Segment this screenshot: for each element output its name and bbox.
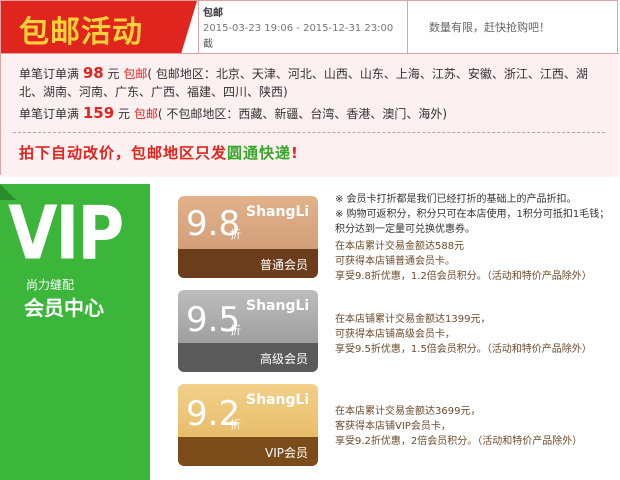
note-line: ※ 购物可返积分，积分只可在本店使用，1积分可抵扣1毛钱； bbox=[335, 209, 610, 220]
vip-member-desc: 在本店累计交易金额达3699元， 客获得本店铺VIP会员卡， 享受9.2折优惠，… bbox=[335, 404, 617, 449]
desc-line: 在本店铺累计交易金额达1399元， bbox=[335, 314, 491, 325]
promo-panel: 包邮活动 包邮 2015-03-23 19:06 - 2015-12-31 23… bbox=[0, 0, 619, 177]
advanced-member-desc: 在本店铺累计交易金额达1399元， 可获得本店铺高级会员卡， 享受9.5折优惠，… bbox=[335, 312, 617, 357]
rule2-amount: 159 bbox=[82, 104, 115, 122]
desc-line: 享受9.2折优惠，2倍会员积分。（活动和特价产品除外） bbox=[335, 436, 583, 447]
rule2-regions: ( 不包邮地区：西藏、新疆、台湾、香港、澳门、海外) bbox=[157, 107, 448, 121]
card-discount-unit: 折 bbox=[230, 418, 241, 431]
vip-logo-text: VIP bbox=[8, 192, 124, 278]
promo-header: 包邮活动 包邮 2015-03-23 19:06 - 2015-12-31 23… bbox=[1, 1, 619, 66]
rule1-prefix: 单笔订单满 bbox=[19, 67, 80, 81]
card-brand: ShangLi bbox=[246, 298, 310, 314]
desc-line: 客获得本店铺VIP会员卡， bbox=[335, 421, 451, 432]
rule1-label: 包邮 bbox=[123, 67, 148, 81]
rule1-regions: ( 包邮地区：北京、天津、河北、山西、山东、上海、江苏、安徽、浙江、江西、湖北、… bbox=[19, 67, 588, 99]
desc-line: 可获得本店铺高级会员卡， bbox=[335, 329, 455, 340]
rule1-unit: 元 bbox=[107, 67, 120, 81]
notice-main: 拍下自动改价，包邮地区只发 bbox=[19, 144, 228, 162]
promo-date-range: 2015-03-23 19:06 - 2015-12-31 23:00 bbox=[203, 23, 394, 34]
card-brand: ShangLi bbox=[246, 204, 310, 220]
notice-courier: 圆通快递 bbox=[227, 144, 292, 162]
free-shipping-rule-2: 单笔订单满 159 元 包邮( 不包邮地区：西藏、新疆、台湾、香港、澳门、海外) bbox=[19, 104, 447, 122]
note-line: ※ 会员卡打折都是我们已经打折的基础上的产品折扣。 bbox=[335, 194, 577, 205]
promo-body: 单笔订单满 98 元 包邮( 包邮地区：北京、天津、河北、山西、山东、上海、江苏… bbox=[1, 53, 619, 177]
vip-brand-name: 尚力缝配 bbox=[26, 278, 75, 292]
dashed-divider bbox=[13, 132, 605, 133]
desc-line: 享受9.8折优惠，1.2倍会员积分。（活动和特价产品除外） bbox=[335, 271, 592, 282]
vip-panel: VIP 尚力缝配 会员中心 bbox=[0, 184, 150, 480]
promo-info: 包邮 2015-03-23 19:06 - 2015-12-31 23:00 截… bbox=[198, 1, 408, 66]
desc-line: 在本店累计交易金额达3699元， bbox=[335, 406, 481, 417]
card-brand: ShangLi bbox=[246, 392, 310, 408]
member-card-vip[interactable]: 9.2 折 ShangLi VIP会员 bbox=[178, 384, 318, 466]
member-card-advanced[interactable]: 9.5 折 ShangLi 高级会员 bbox=[178, 290, 318, 372]
shipping-notice: 拍下自动改价，包邮地区只发圆通快递! bbox=[19, 142, 299, 163]
card-level: 普通会员 bbox=[259, 258, 308, 272]
notice-end: ! bbox=[291, 144, 299, 162]
rule1-amount: 98 bbox=[82, 64, 104, 82]
promo-date-suffix-1: 截 bbox=[203, 39, 213, 50]
desc-line: 享受9.5折优惠，1.5倍会员积分。（活动和特价产品除外） bbox=[335, 344, 592, 355]
rule2-prefix: 单笔订单满 bbox=[19, 107, 80, 121]
desc-line: 可获得本店铺普通会员卡。 bbox=[335, 256, 455, 267]
promo-title: 包邮活动 bbox=[19, 15, 143, 50]
rule2-unit: 元 bbox=[117, 107, 130, 121]
member-notes: ※ 会员卡打折都是我们已经打折的基础上的产品折扣。 ※ 购物可返积分，积分只可在… bbox=[335, 192, 617, 284]
member-card-regular[interactable]: 9.8 折 ShangLi 普通会员 bbox=[178, 196, 318, 278]
vip-center-title: 会员中心 bbox=[24, 296, 104, 320]
desc-line: 在本店累计交易金额达588元 bbox=[335, 241, 465, 252]
card-level: VIP会员 bbox=[265, 446, 308, 460]
card-level: 高级会员 bbox=[259, 352, 308, 366]
promo-name: 包邮 bbox=[203, 8, 223, 19]
note-line: 积分达到一定量可兑换优惠券。 bbox=[335, 224, 475, 235]
free-shipping-rule-1: 单笔订单满 98 元 包邮( 包邮地区：北京、天津、河北、山西、山东、上海、江苏… bbox=[19, 64, 609, 101]
rule2-label: 包邮 bbox=[133, 107, 158, 121]
card-discount-unit: 折 bbox=[230, 324, 241, 337]
stock-notice: 数量有限，赶快抢购吧！ bbox=[429, 21, 550, 34]
card-discount-unit: 折 bbox=[230, 228, 241, 241]
